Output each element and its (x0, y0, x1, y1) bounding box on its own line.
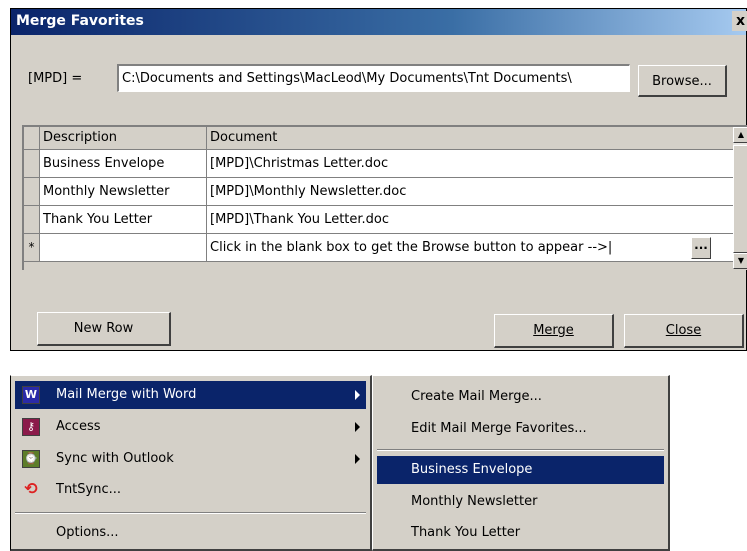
submenu-arrow-icon (355, 454, 360, 464)
submenu-item-label: Monthly Newsletter (411, 494, 538, 509)
scroll-down-icon[interactable]: ▼ (733, 253, 747, 269)
column-header-document[interactable]: Document (207, 127, 734, 150)
submenu-item-monthly-newsletter[interactable]: Monthly Newsletter (377, 488, 664, 516)
table-row-description[interactable]: Business Envelope (40, 150, 207, 178)
browse-ellipsis-button[interactable]: ... (691, 237, 711, 259)
merge-label: Merge (533, 323, 574, 338)
menu-separator (15, 512, 366, 514)
dialog-title: Merge Favorites (16, 13, 144, 29)
menu-item-label: Options... (56, 525, 119, 540)
table-row-description[interactable]: Thank You Letter (40, 206, 207, 234)
new-row-button[interactable]: New Row (37, 312, 171, 346)
menu-item-access[interactable]: ⚷ Access (15, 413, 366, 441)
menu-item-options[interactable]: Options... (15, 519, 366, 547)
menu-item-label: Access (56, 419, 101, 434)
grid-corner (24, 127, 40, 150)
menu-item-tntsync[interactable]: ⟲ TntSync... (15, 476, 366, 504)
grid-scrollbar[interactable]: ▲ ▼ (733, 127, 747, 269)
column-header-description[interactable]: Description (40, 127, 207, 150)
close-label: Close (665, 323, 702, 338)
submenu-item-label: Thank You Letter (411, 525, 521, 540)
menu-item-sync-outlook[interactable]: ⌚ Sync with Outlook (15, 445, 366, 473)
submenu-item-label: Create Mail Merge... (411, 389, 542, 404)
new-row-document[interactable]: Click in the blank box to get the Browse… (207, 234, 734, 262)
submenu-item-edit-favorites[interactable]: Edit Mail Merge Favorites... (377, 415, 664, 443)
new-row-marker[interactable]: * (24, 234, 40, 262)
close-icon[interactable]: x (732, 11, 747, 31)
context-menu: W Mail Merge with Word ⚷ Access ⌚ Sync w… (10, 375, 372, 551)
access-key-icon: ⚷ (22, 418, 40, 436)
menu-item-label: TntSync... (56, 482, 122, 497)
browse-button[interactable]: Browse... (638, 65, 727, 97)
row-selector[interactable] (24, 206, 40, 234)
mail-merge-submenu: Create Mail Merge... Edit Mail Merge Fav… (372, 375, 670, 551)
mpd-path-field[interactable]: C:\Documents and Settings\MacLeod\My Doc… (117, 64, 630, 92)
submenu-item-create[interactable]: Create Mail Merge... (377, 383, 664, 411)
mpd-path-value: C:\Documents and Settings\MacLeod\My Doc… (122, 71, 572, 86)
menu-item-label: Mail Merge with Word (56, 387, 197, 402)
submenu-item-label: Business Envelope (411, 462, 533, 477)
row-selector[interactable] (24, 178, 40, 206)
table-row-document[interactable]: [MPD]\Christmas Letter.doc (207, 150, 734, 178)
title-bar[interactable]: Merge Favorites x (11, 9, 747, 35)
submenu-item-business-envelope[interactable]: Business Envelope (377, 456, 664, 484)
submenu-arrow-icon (355, 390, 360, 400)
submenu-item-label: Edit Mail Merge Favorites... (411, 421, 587, 436)
favorites-grid: Description Document Business Envelope [… (22, 125, 747, 270)
word-icon: W (22, 386, 40, 404)
table-row-document[interactable]: [MPD]\Thank You Letter.doc (207, 206, 734, 234)
menu-separator (377, 449, 664, 451)
close-button[interactable]: Close (624, 314, 744, 348)
row-selector[interactable] (24, 150, 40, 178)
submenu-arrow-icon (355, 422, 360, 432)
tntsync-icon: ⟲ (22, 481, 40, 499)
merge-button[interactable]: Merge (494, 314, 614, 348)
table-row-description[interactable]: Monthly Newsletter (40, 178, 207, 206)
scroll-thumb[interactable] (733, 145, 747, 253)
submenu-item-thank-you-letter[interactable]: Thank You Letter (377, 519, 664, 547)
mpd-label: [MPD] = (28, 71, 83, 86)
sync-outlook-icon: ⌚ (22, 450, 40, 468)
merge-favorites-dialog: Merge Favorites x [MPD] = C:\Documents a… (10, 8, 747, 351)
new-row-description[interactable] (40, 234, 207, 262)
scroll-up-icon[interactable]: ▲ (733, 127, 747, 143)
menu-item-mail-merge[interactable]: W Mail Merge with Word (15, 381, 366, 409)
menu-item-label: Sync with Outlook (56, 451, 174, 466)
table-row-document[interactable]: [MPD]\Monthly Newsletter.doc (207, 178, 734, 206)
